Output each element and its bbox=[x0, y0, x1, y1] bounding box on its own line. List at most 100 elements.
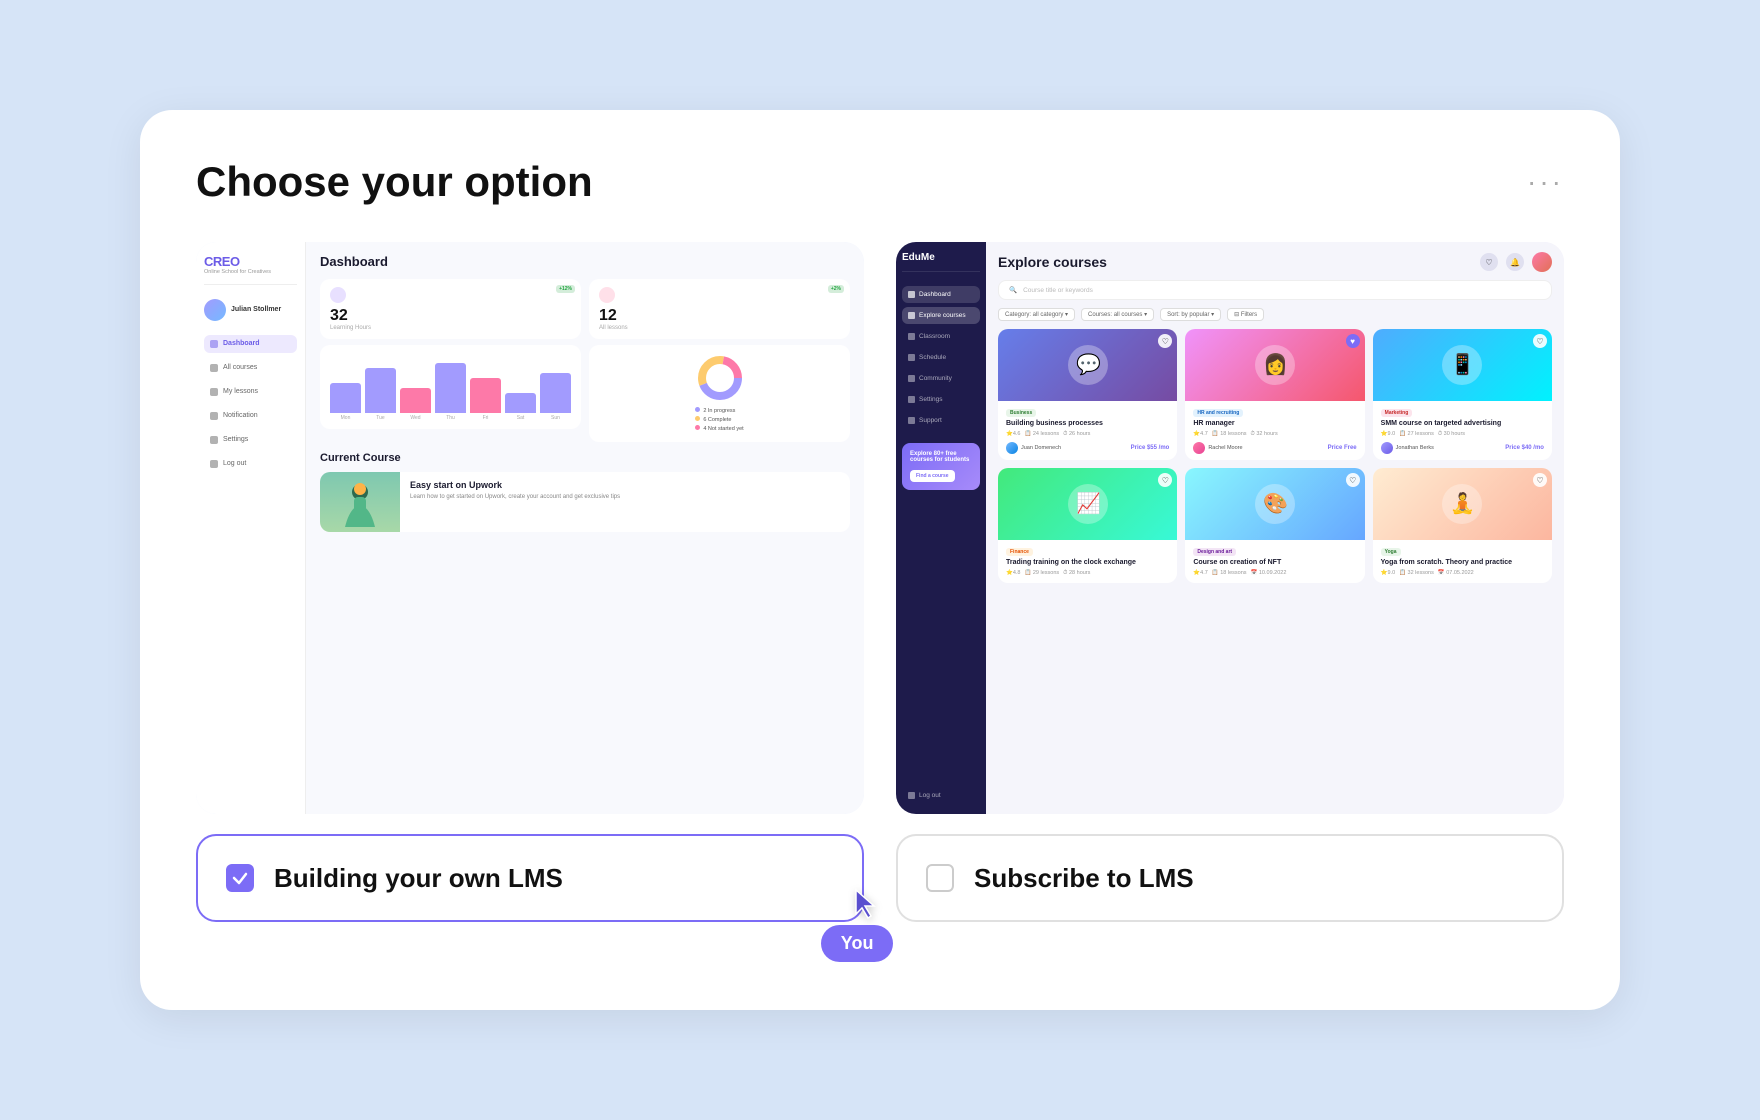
options-row: CREO Online School for Creatives Julian … bbox=[196, 242, 1564, 922]
edume-nav-classroom[interactable]: Classroom bbox=[902, 328, 980, 345]
edume-nav-schedule[interactable]: Schedule bbox=[902, 349, 980, 366]
edume-nav-logout[interactable]: Log out bbox=[902, 787, 980, 804]
filter-courses[interactable]: Courses: all courses ▾ bbox=[1081, 308, 1154, 321]
course-card-6[interactable]: 🧘 ♡ Yoga Yoga from scratch. Theory and p… bbox=[1373, 468, 1552, 583]
creo-stat-lessons-label: All lessons bbox=[599, 325, 840, 331]
creo-donut-legend: 2 In progress 6 Complete 4 Not started y… bbox=[695, 407, 743, 434]
price-1: Price $55 /mo bbox=[1131, 445, 1170, 451]
creo-main: Dashboard 32 Learning Hours +12% bbox=[306, 242, 864, 814]
creo-nav-dashboard[interactable]: Dashboard bbox=[204, 335, 297, 353]
course-tag-5: Design and art bbox=[1193, 548, 1236, 556]
course-body-2: HR and recruiting HR manager ⭐4.7📋 18 le… bbox=[1185, 401, 1364, 460]
heart-icon-6[interactable]: ♡ bbox=[1533, 473, 1547, 487]
bar-label-wed: Wed bbox=[400, 415, 431, 421]
svg-text:🧘: 🧘 bbox=[1450, 491, 1475, 515]
svg-text:👩: 👩 bbox=[1263, 352, 1288, 376]
edume-find-course-btn[interactable]: Find a course bbox=[910, 470, 955, 482]
course-name-1: Building business processes bbox=[1006, 419, 1169, 428]
bar-label-tue: Tue bbox=[365, 415, 396, 421]
course-meta-4: ⭐4.8📋 29 lessons⏱ 28 hours bbox=[1006, 570, 1169, 577]
edume-featured-card: Explore 80+ free courses for students Fi… bbox=[902, 443, 980, 490]
course-instructor-row-1: Juan Domenech Price $55 /mo bbox=[1006, 442, 1169, 454]
instructor-2: Rachel Moore bbox=[1193, 442, 1242, 454]
creo-stats-row: 32 Learning Hours +12% bbox=[320, 279, 850, 442]
heart-icon-5[interactable]: ♡ bbox=[1346, 473, 1360, 487]
creo-current-course: Current Course bbox=[320, 452, 850, 532]
course-tag-6: Yoga bbox=[1381, 548, 1401, 556]
build-lms-label: Building your own LMS bbox=[274, 863, 563, 894]
course-tag-2: HR and recruiting bbox=[1193, 409, 1243, 417]
creo-avatar bbox=[204, 299, 226, 321]
creo-course-info: Easy start on Upwork Learn how to get st… bbox=[400, 472, 630, 532]
course-meta-3: ⭐9.0📋 27 lessons⏱ 30 hours bbox=[1381, 431, 1544, 438]
edume-header-row: Explore courses ♡ 🔔 bbox=[998, 252, 1552, 272]
creo-nav-logout[interactable]: Log out bbox=[204, 455, 297, 473]
bell-icon[interactable]: 🔔 bbox=[1506, 253, 1524, 271]
edume-nav-dashboard[interactable]: Dashboard bbox=[902, 286, 980, 303]
course-tag-1: Business bbox=[1006, 409, 1036, 417]
creo-sidebar: CREO Online School for Creatives Julian … bbox=[196, 242, 306, 814]
creo-stat-lessons-num: 12 bbox=[599, 307, 840, 325]
bar-label-fri: Fri bbox=[470, 415, 501, 421]
svg-text:💬: 💬 bbox=[1076, 352, 1101, 376]
edume-featured-title: Explore 80+ free courses for students bbox=[910, 451, 972, 463]
user-avatar[interactable] bbox=[1532, 252, 1552, 272]
search-placeholder: Course title or keywords bbox=[1023, 287, 1093, 294]
course-tag-4: Finance bbox=[1006, 548, 1033, 556]
subscribe-lms-option[interactable]: Subscribe to LMS bbox=[896, 834, 1564, 922]
filter-category[interactable]: Category: all category ▾ bbox=[998, 308, 1075, 321]
edume-main: Explore courses ♡ 🔔 🔍 Course title or ke… bbox=[986, 242, 1564, 814]
edume-nav-explore[interactable]: Explore courses bbox=[902, 307, 980, 324]
bar-label-thu: Thu bbox=[435, 415, 466, 421]
bar-label-sat: Sat bbox=[505, 415, 536, 421]
course-card-3[interactable]: 📱 ♡ Marketing SMM course on targeted adv… bbox=[1373, 329, 1552, 460]
course-card-5[interactable]: 🎨 ♡ Design and art Course on creation of… bbox=[1185, 468, 1364, 583]
course-body-1: Business Building business processes ⭐4.… bbox=[998, 401, 1177, 460]
course-name-6: Yoga from scratch. Theory and practice bbox=[1381, 558, 1544, 567]
edume-logo: EduMe bbox=[902, 252, 980, 272]
creo-stat-hours-badge: +12% bbox=[556, 285, 575, 293]
filter-sort[interactable]: Sort: by popular ▾ bbox=[1160, 308, 1221, 321]
creo-nav-notification[interactable]: Notification bbox=[204, 407, 297, 425]
edume-page-title: Explore courses bbox=[998, 254, 1107, 270]
course-name-5: Course on creation of NFT bbox=[1193, 558, 1356, 567]
creo-course-image bbox=[320, 472, 400, 532]
checkbox-empty-icon bbox=[926, 864, 954, 892]
creo-nav-allcourses[interactable]: All courses bbox=[204, 359, 297, 377]
creo-dashboard-title: Dashboard bbox=[320, 254, 850, 269]
heart-icon-3[interactable]: ♡ bbox=[1533, 334, 1547, 348]
creo-logo: CREO Online School for Creatives bbox=[204, 254, 297, 285]
creo-course-card: Easy start on Upwork Learn how to get st… bbox=[320, 472, 850, 532]
course-thumb-5: 🎨 ♡ bbox=[1185, 468, 1364, 540]
creo-user: Julian Stollmer bbox=[204, 299, 297, 321]
build-lms-option[interactable]: Building your own LMS bbox=[196, 834, 864, 922]
creo-logo-text: CREO bbox=[204, 254, 297, 269]
course-body-5: Design and art Course on creation of NFT… bbox=[1185, 540, 1364, 582]
creo-stat-hours-label: Learning Hours bbox=[330, 325, 571, 331]
lms-preview: CREO Online School for Creatives Julian … bbox=[196, 242, 864, 814]
course-meta-1: ⭐4.6📋 24 lessons⏱ 26 hours bbox=[1006, 431, 1169, 438]
more-options-button[interactable]: ··· bbox=[1527, 166, 1564, 198]
edume-courses-grid: 💬 ♡ Business Building business processes… bbox=[998, 329, 1552, 583]
filter-btn[interactable]: ⊟ Filters bbox=[1227, 308, 1264, 321]
creo-course-desc: Learn how to get started on Upwork, crea… bbox=[410, 493, 620, 501]
course-card-4[interactable]: 📈 ♡ Finance Trading training on the cloc… bbox=[998, 468, 1177, 583]
creo-nav-settings[interactable]: Settings bbox=[204, 431, 297, 449]
edume-search-bar[interactable]: 🔍 Course title or keywords bbox=[998, 280, 1552, 300]
course-name-4: Trading training on the clock exchange bbox=[1006, 558, 1169, 567]
course-card-1[interactable]: 💬 ♡ Business Building business processes… bbox=[998, 329, 1177, 460]
edume-nav-community[interactable]: Community bbox=[902, 370, 980, 387]
creo-username: Julian Stollmer bbox=[231, 306, 281, 313]
edume-nav-support[interactable]: Support bbox=[902, 412, 980, 429]
heart-icon[interactable]: ♡ bbox=[1480, 253, 1498, 271]
creo-nav-mylessons[interactable]: My lessons bbox=[204, 383, 297, 401]
course-instructor-row-3: Jonathan Berks Price $40 /mo bbox=[1381, 442, 1544, 454]
price-3: Price $40 /mo bbox=[1505, 445, 1544, 451]
course-thumb-4: 📈 ♡ bbox=[998, 468, 1177, 540]
edume-nav-settings[interactable]: Settings bbox=[902, 391, 980, 408]
heart-icon-2[interactable]: ♥ bbox=[1346, 334, 1360, 348]
bar-label-sun: Sun bbox=[540, 415, 571, 421]
course-card-2[interactable]: 👩 ♥ HR and recruiting HR manager ⭐4.7📋 1… bbox=[1185, 329, 1364, 460]
creo-donut-card: 2 In progress 6 Complete 4 Not started y… bbox=[589, 345, 850, 442]
creo-course-name: Easy start on Upwork bbox=[410, 480, 620, 490]
